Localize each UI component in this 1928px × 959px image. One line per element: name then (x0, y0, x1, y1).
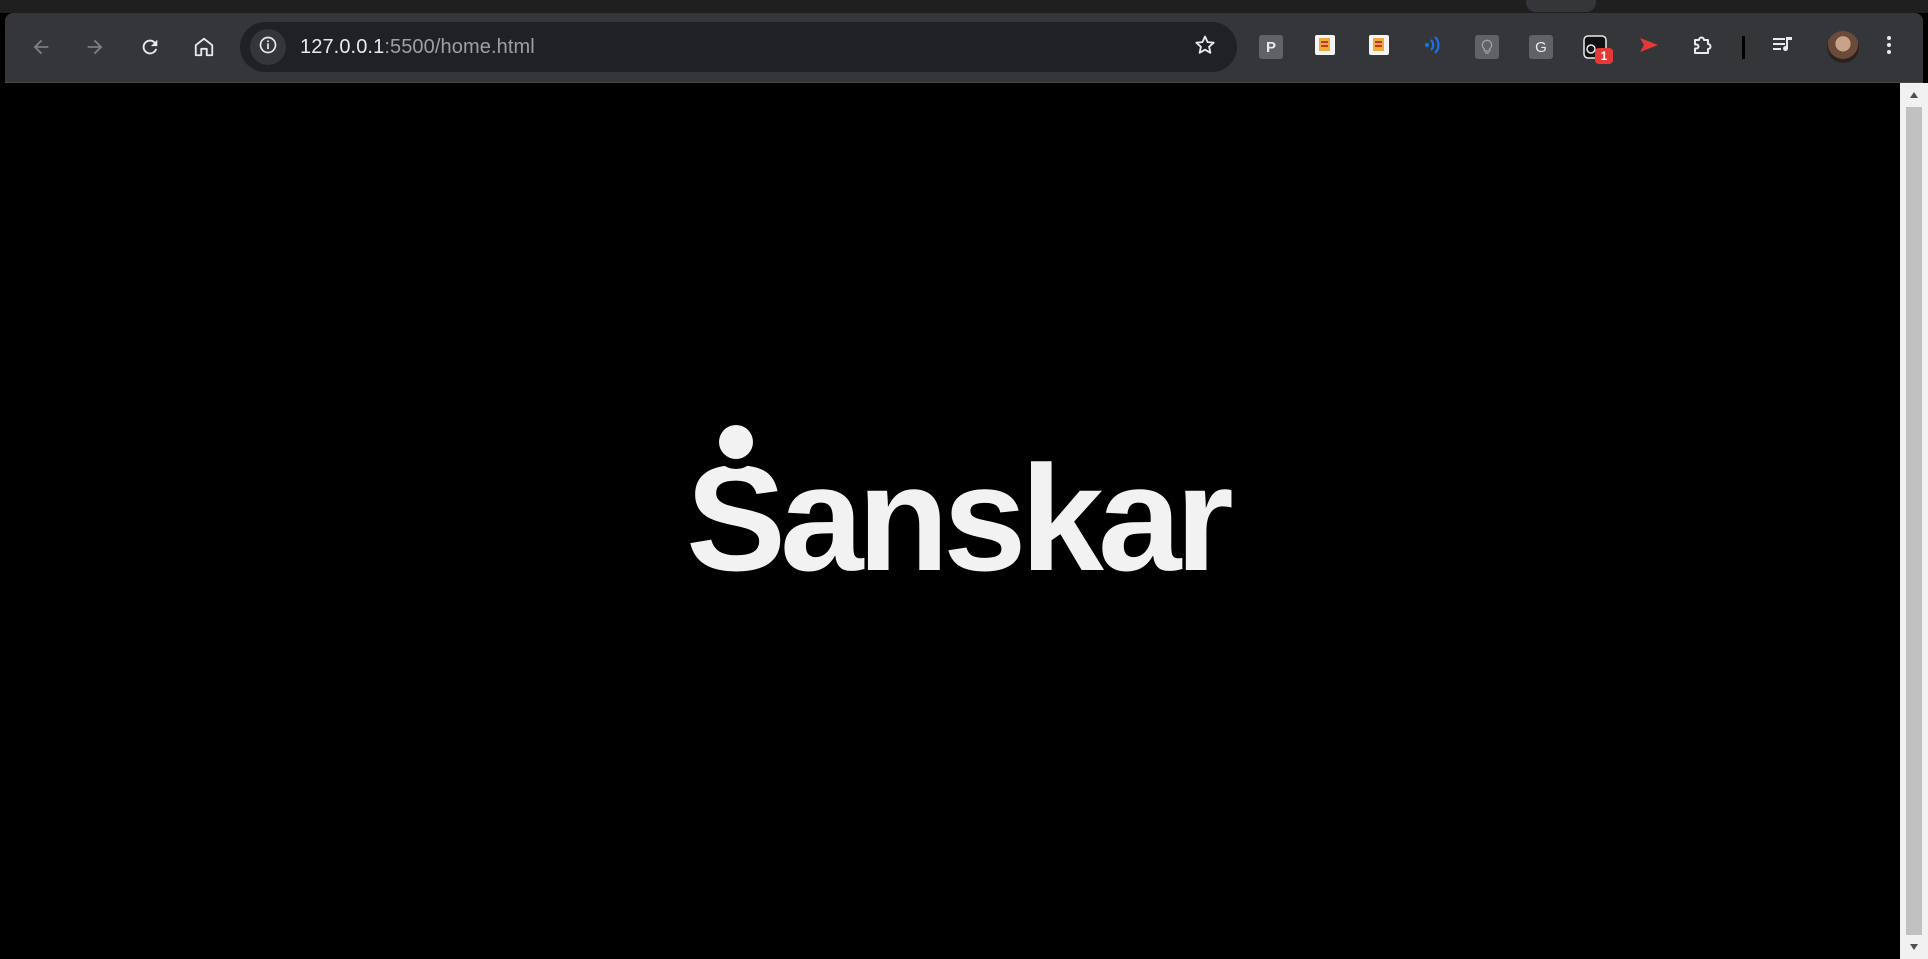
arrow-right-icon (84, 36, 106, 58)
browser-menu-button[interactable] (1875, 33, 1903, 61)
extension-g-button[interactable]: G (1527, 33, 1555, 61)
scroll-up-button[interactable] (1900, 85, 1928, 105)
p-icon: P (1259, 35, 1283, 59)
url-path: :5500/home.html (384, 36, 535, 58)
notepad-icon (1313, 33, 1337, 62)
puzzle-icon (1691, 33, 1715, 62)
site-logo: Sanskar (686, 425, 1234, 593)
g-icon: G (1529, 35, 1553, 59)
extension-play-button[interactable] (1635, 33, 1663, 61)
vertical-scrollbar[interactable] (1900, 83, 1928, 959)
bookmark-button[interactable] (1191, 33, 1219, 61)
scroll-down-button[interactable] (1900, 937, 1928, 957)
extension-p-button[interactable]: P (1257, 33, 1285, 61)
playlist-icon (1771, 33, 1795, 62)
url-host: 127.0.0.1 (300, 36, 385, 58)
site-info-button[interactable] (250, 29, 286, 65)
sound-waves-icon (1421, 33, 1445, 62)
forward-button[interactable] (77, 29, 113, 65)
tab-strip-hint[interactable] (1526, 0, 1596, 12)
browser-toolbar: 127.0.0.1:5500/home.html P G 1 (5, 13, 1923, 83)
extension-audio-button[interactable] (1419, 33, 1447, 61)
address-bar[interactable]: 127.0.0.1:5500/home.html (240, 22, 1237, 72)
toolbar-separator (1742, 36, 1745, 59)
url-text[interactable]: 127.0.0.1:5500/home.html (300, 35, 535, 59)
scrollbar-thumb[interactable] (1906, 107, 1922, 935)
extension-bulb-button[interactable] (1473, 33, 1501, 61)
home-icon (193, 36, 215, 58)
browser-window: 127.0.0.1:5500/home.html P G 1 Sanskar (0, 0, 1928, 959)
star-icon (1193, 33, 1217, 62)
back-button[interactable] (23, 29, 59, 65)
logo-dot (719, 425, 753, 459)
title-bar (0, 0, 1928, 13)
counter-icon: 1 (1583, 35, 1613, 64)
notification-badge: 1 (1595, 48, 1613, 64)
extension-notes-button[interactable] (1311, 33, 1339, 61)
kebab-menu-icon (1877, 33, 1901, 62)
extensions-button[interactable] (1689, 33, 1717, 61)
extension-notes-2-button[interactable] (1365, 33, 1393, 61)
play-icon (1637, 33, 1661, 62)
reload-button[interactable] (132, 29, 168, 65)
lightbulb-icon (1475, 35, 1499, 59)
extension-badge-button[interactable]: 1 (1581, 33, 1613, 64)
profile-avatar[interactable] (1827, 31, 1859, 63)
info-icon (258, 35, 278, 60)
page-viewport: Sanskar (0, 83, 1900, 959)
media-controls-button[interactable] (1769, 33, 1797, 61)
home-button[interactable] (186, 29, 222, 65)
logo-text: Sanskar (686, 434, 1234, 602)
notepad-icon (1367, 33, 1391, 62)
arrow-left-icon (30, 36, 52, 58)
triangle-down-icon (1909, 938, 1919, 956)
reload-icon (139, 36, 161, 58)
triangle-up-icon (1909, 86, 1919, 104)
